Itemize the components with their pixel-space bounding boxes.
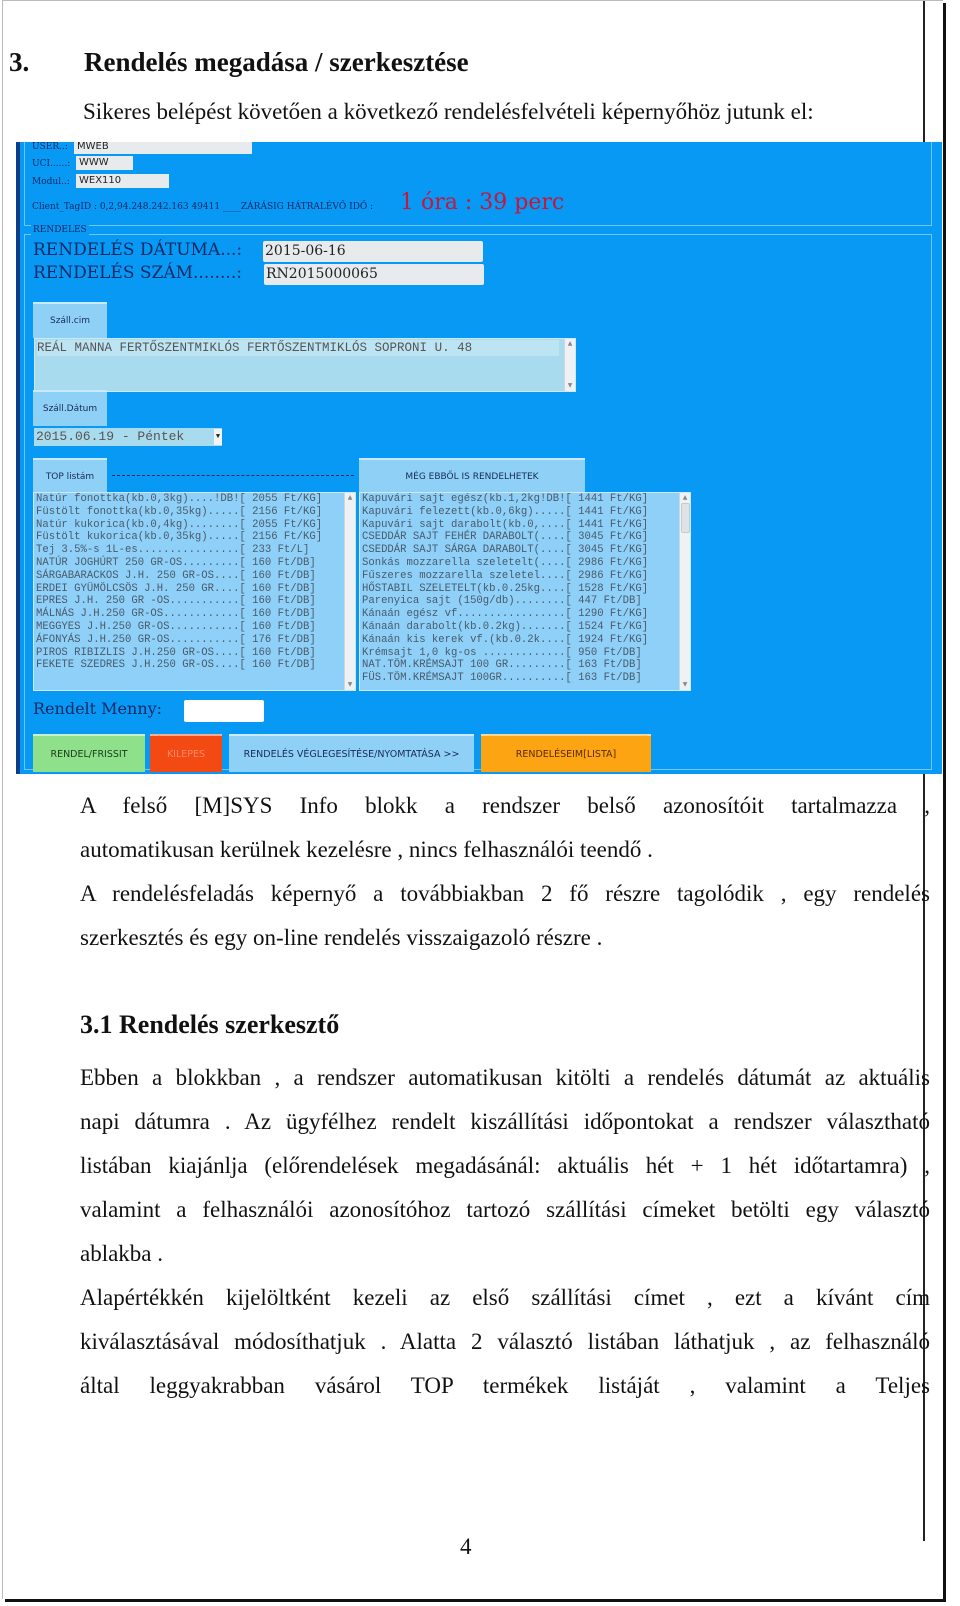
order-number-field[interactable]: RN2015000065 [264, 264, 484, 285]
list-item[interactable]: Kapuvári felezett(kb.0,6kg).....[ 1441 F… [360, 506, 690, 519]
list-item[interactable]: Kapuvári sajt darabolt(kb.0,....[ 1441 F… [360, 519, 690, 532]
scroll-up-icon[interactable]: ▲ [565, 339, 575, 349]
client-tag-id: Client_TagID : 0,2,94.248.242.163 49411 … [32, 202, 374, 212]
scrollbar[interactable]: ▲ ▼ [564, 339, 575, 391]
list-item[interactable]: FÜS.TÖM.KRÉMSAJT 100GR..........[ 163 Ft… [360, 672, 690, 685]
exit-button[interactable]: KILEPES [150, 734, 222, 772]
section-heading: 3. Rendelés megadása / szerkesztése [9, 47, 469, 78]
list-item[interactable]: Natúr kukorica(kb.0,4kg)........[ 2055 F… [34, 519, 355, 532]
order-date-field[interactable]: 2015-06-16 [263, 241, 483, 262]
list-item[interactable]: CSEDDÁR SAJT FEHÉR DARABOLT(....[ 3045 F… [360, 531, 690, 544]
list-item[interactable]: FEKETE SZEDRES J.H.250 GR-OS....[ 160 Ft… [34, 659, 355, 672]
list-item[interactable]: MÁLNÁS J.H.250 GR-OS............[ 160 Ft… [34, 608, 355, 621]
scroll-up-icon[interactable]: ▲ [345, 493, 355, 503]
order-entry-screenshot: USER..: MWEB UCI......: WWW Modul..: WEX… [16, 142, 942, 774]
list-item[interactable]: CSEDDÁR SAJT SÁRGA DARABOLT(....[ 3045 F… [360, 544, 690, 557]
list-item[interactable]: MEGGYES J.H.250 GR-OS...........[ 160 Ft… [34, 621, 355, 634]
shipping-address-button[interactable]: Száll.cim [33, 302, 107, 338]
list-item[interactable]: Kánaán kis kerek vf.(kb.0.2k....[ 1924 F… [360, 634, 690, 647]
scrollbar[interactable]: ▲ ▼ [344, 493, 355, 690]
more-products-list[interactable]: Kapuvári sajt egész(kb.1,2kg!DB![ 1441 F… [359, 492, 691, 691]
list-item[interactable]: EPRES J.H. 250 GR -OS...........[ 160 Ft… [34, 595, 355, 608]
my-orders-list-button[interactable]: RENDELÉSEIM[LISTA] [481, 734, 651, 772]
scroll-up-icon[interactable]: ▲ [680, 493, 690, 503]
intro-text: Sikeres belépést követően a következő re… [83, 99, 814, 124]
scroll-down-icon[interactable]: ▼ [680, 680, 690, 690]
user-field[interactable]: MWEB [74, 142, 252, 154]
quantity-input[interactable] [184, 700, 264, 722]
shipping-date-button[interactable]: Száll.Dátum [33, 390, 107, 426]
list-item[interactable]: Kánaán darabolt(kb.0.2kg).......[ 1524 F… [360, 621, 690, 634]
top-list-button[interactable]: TOP listám [33, 458, 107, 494]
scrollbar[interactable]: ▲ ▼ [679, 493, 690, 690]
list-item[interactable]: Füstölt kukorica(kb.0,35kg).....[ 2156 F… [34, 531, 355, 544]
divider-line [112, 475, 354, 476]
list-item[interactable]: Füstölt fonottka(kb.0,35kg).....[ 2156 F… [34, 506, 355, 519]
scroll-down-icon[interactable]: ▼ [565, 381, 575, 391]
user-label: USER..: [32, 142, 68, 152]
list-item[interactable]: NATÚR JOGHÚRT 250 GR-OS.........[ 160 Ft… [34, 557, 355, 570]
page-number: 4 [460, 1534, 472, 1559]
subsection-heading: 3.1 Rendelés szerkesztő [80, 1010, 340, 1039]
list-item[interactable]: SÁRGABARACKOS J.H. 250 GR-OS....[ 160 Ft… [34, 570, 355, 583]
order-number-label: RENDELÉS SZÁM........: [33, 263, 242, 283]
order-refresh-button[interactable]: RENDEL/FRISSIT [33, 734, 145, 772]
rendeles-legend: RENDELES [31, 225, 89, 235]
list-item[interactable]: ÁFONYÁS J.H.250 GR-OS...........[ 176 Ft… [34, 634, 355, 647]
top-products-list[interactable]: Natúr fonottka(kb.0,3kg)....!DB![ 2055 F… [33, 492, 356, 691]
list-item[interactable]: Sonkás mozzarella szeletelt(....[ 2986 F… [360, 557, 690, 570]
delivery-date-value: 2015.06.19 - Péntek [36, 429, 185, 444]
finalize-print-button[interactable]: RENDELÉS VÉGLEGESÍTÉSE/NYOMTATÁSA >> [229, 734, 474, 772]
list-item[interactable]: NAT.TÖM.KRÉMSAJT 100 GR.........[ 163 Ft… [360, 659, 690, 672]
modul-label: Modul..: [32, 177, 70, 187]
section-title: Rendelés megadása / szerkesztése [84, 47, 469, 77]
section-number: 3. [9, 47, 30, 77]
list-item[interactable]: Parenyica sajt (150g/db)........[ 447 Ft… [360, 595, 690, 608]
delivery-date-select[interactable]: 2015.06.19 - Péntek ▼ [34, 428, 222, 446]
list-item[interactable]: Kapuvári sajt egész(kb.1,2kg!DB![ 1441 F… [360, 493, 690, 506]
scroll-down-icon[interactable]: ▼ [345, 680, 355, 690]
paragraph-msys-info: A felső [M]SYS Info blokk a rendszer bel… [80, 793, 930, 950]
list-item[interactable]: HŐSTABIL SZELETELT(kb.0.25kg....[ 1528 F… [360, 583, 690, 596]
list-item[interactable]: PIROS RIBIZLIS J.H.250 GR-OS....[ 160 Ft… [34, 647, 355, 660]
list-item[interactable]: Tej 3.5%-s 1L-es................[ 233 Ft… [34, 544, 355, 557]
scroll-thumb[interactable] [681, 503, 690, 533]
list-item[interactable]: Kánaán egész vf.................[ 1290 F… [360, 608, 690, 621]
closing-countdown: 1 óra : 39 perc [400, 190, 565, 215]
list-item[interactable]: Krémsajt 1,0 kg-os .............[ 950 Ft… [360, 647, 690, 660]
address-option[interactable]: REÁL MANNA FERTŐSZENTMIKLÓS FERTŐSZENTMI… [37, 340, 559, 356]
list-item[interactable]: Fűszeres mozzarella szeletel....[ 2986 F… [360, 570, 690, 583]
uci-field[interactable]: WWW [76, 156, 133, 170]
dropdown-arrow-icon[interactable]: ▼ [214, 429, 222, 445]
paragraph-editor: Ebben a blokkban , a rendszer automatiku… [80, 1065, 930, 1398]
list-item[interactable]: ERDEI GYÜMÖLCSÖS J.H. 250 GR....[ 160 Ft… [34, 583, 355, 596]
uci-label: UCI......: [32, 159, 71, 169]
list-item[interactable]: Natúr fonottka(kb.0,3kg)....!DB![ 2055 F… [34, 493, 355, 506]
more-products-button[interactable]: MÉG EBBŐL IS RENDELHETEK [359, 458, 585, 494]
modul-field[interactable]: WEX110 [76, 174, 169, 188]
order-date-label: RENDELÉS DÁTUMA...: [33, 240, 243, 260]
shipping-address-list[interactable]: REÁL MANNA FERTŐSZENTMIKLÓS FERTŐSZENTMI… [34, 338, 576, 392]
quantity-label: Rendelt Menny: [33, 699, 163, 718]
